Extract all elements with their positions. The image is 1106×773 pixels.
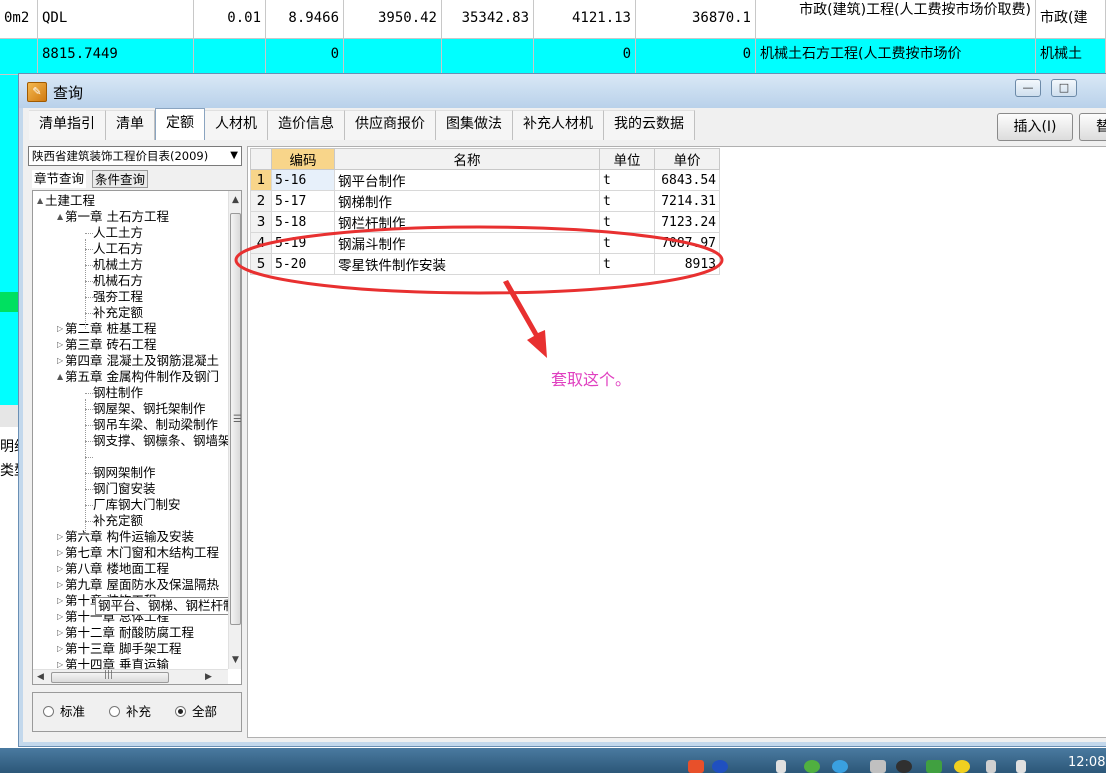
annotation-note: 套取这个。	[551, 370, 632, 389]
highlight-ellipse	[234, 225, 724, 295]
